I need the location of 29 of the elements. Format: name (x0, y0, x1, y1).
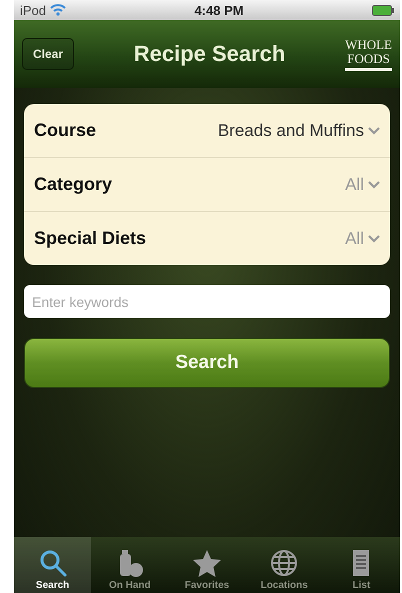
filter-label: Category (34, 174, 112, 195)
search-icon (38, 548, 68, 578)
filter-label: Course (34, 120, 96, 141)
status-time: 4:48 PM (194, 2, 244, 18)
chevron-icon (368, 234, 380, 242)
tab-bar-item[interactable]: Search (14, 537, 92, 593)
star-icon (192, 548, 222, 578)
filter-row[interactable]: Category All (24, 157, 390, 211)
filter-row[interactable]: Course Breads and Muffins (24, 104, 390, 157)
filter-value: All (345, 174, 380, 194)
wifi-icon (50, 4, 66, 16)
tab-bar-item[interactable]: Locations (246, 537, 323, 593)
filter-value: All (345, 228, 380, 248)
chevron-icon (368, 180, 380, 188)
tab-bar-item[interactable]: List (322, 537, 400, 593)
carrier-name: iPod (20, 2, 46, 18)
chevron-icon (368, 126, 380, 134)
filter-row[interactable]: Special Diets All (24, 211, 390, 265)
battery-icon (372, 4, 394, 16)
clear-button[interactable]: Clear (22, 38, 74, 70)
tab-bar-item[interactable]: Favorites (168, 537, 246, 593)
tab-bar-item[interactable]: On Hand (91, 537, 168, 593)
store-logo: WHOLE FOODS (345, 38, 392, 70)
filter-value: Breads and Muffins (218, 120, 380, 140)
screen-title: Recipe Search (132, 41, 286, 67)
filter-label: Special Diets (34, 228, 146, 249)
keywords-field[interactable]: Enter keywords (24, 285, 390, 318)
search-button[interactable]: Search (24, 338, 390, 388)
globe-icon (269, 548, 300, 578)
